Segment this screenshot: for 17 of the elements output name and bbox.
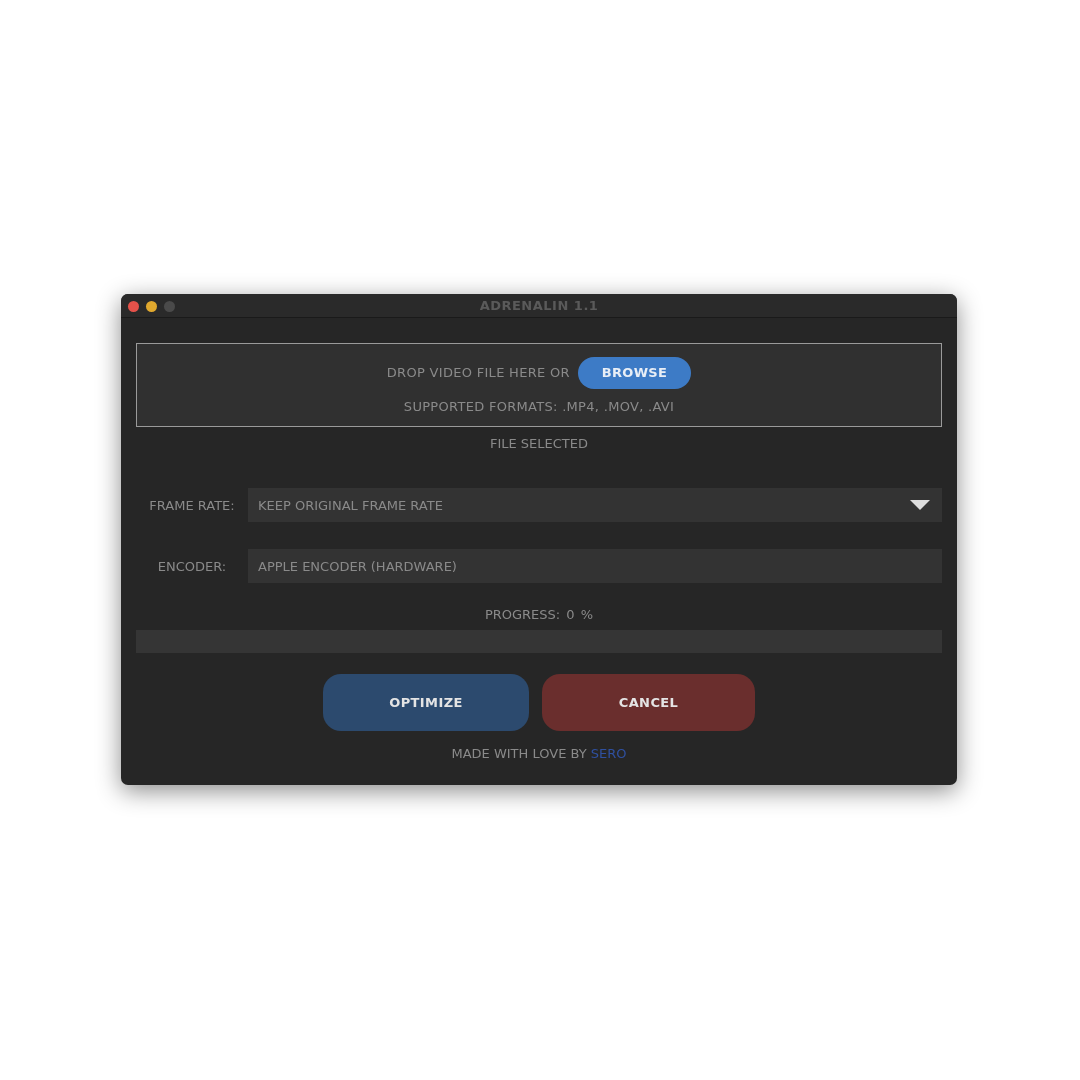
file-status: FILE SELECTED — [489, 436, 589, 451]
frame-rate-dropdown[interactable]: KEEP ORIGINAL FRAME RATE — [248, 488, 942, 522]
progress-label: PROGRESS: 0 % — [484, 607, 594, 622]
cancel-button[interactable]: CANCEL — [542, 674, 755, 731]
credit-text: MADE WITH LOVE BY SERO — [450, 746, 628, 761]
close-button[interactable] — [128, 301, 139, 312]
minimize-button[interactable] — [146, 301, 157, 312]
dropdown-arrow-icon — [910, 500, 930, 510]
field-label: ENCODER: — [156, 558, 228, 574]
optimize-button[interactable]: OPTIMIZE — [323, 674, 529, 731]
author-link[interactable]: SERO — [590, 746, 627, 761]
drop-prompt: DROP VIDEO FILE HERE OR — [386, 365, 570, 380]
supported-formats: SUPPORTED FORMATS: .MP4, .MOV, .AVI — [403, 398, 675, 414]
drop-zone[interactable]: DROP VIDEO FILE HERE OR BROWSE SUPPORTED FORMATS: .MP4, .MOV, .AVI — [136, 343, 942, 427]
encoder-field[interactable]: APPLE ENCODER (HARDWARE) — [248, 549, 942, 583]
browse-button[interactable]: BROWSE — [577, 356, 692, 389]
field-label: FRAME RATE: — [148, 497, 236, 513]
